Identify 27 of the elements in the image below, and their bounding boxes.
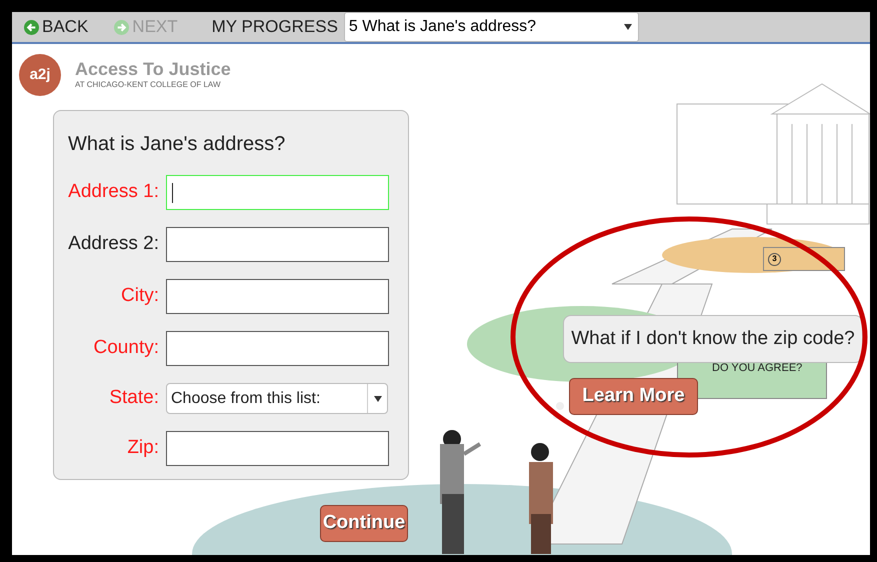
question-text: What is Jane's address? — [67, 132, 286, 157]
caret-icon — [374, 396, 382, 402]
logo: a2j — [19, 54, 61, 96]
input-field[interactable] — [166, 431, 389, 466]
sign-number: 3 — [768, 252, 781, 266]
caret-icon — [624, 24, 632, 30]
help-question: What if I don't know the zip code? — [571, 326, 855, 351]
field-label: County: — [92, 336, 160, 360]
brand-title: Access To Justice — [75, 59, 231, 79]
next-arrow-icon — [114, 20, 130, 34]
thought-dots-icon — [553, 402, 564, 419]
input-field[interactable] — [166, 279, 389, 314]
back-arrow-icon — [24, 20, 39, 34]
state-dropdown[interactable]: Choose from this list: — [166, 383, 388, 414]
progress-label: MY PROGRESS — [212, 16, 338, 38]
field-label: Zip: — [126, 436, 160, 460]
brand-subtitle: AT CHICAGO-KENT COLLEGE OF LAW — [75, 79, 222, 91]
progress-dropdown[interactable]: 5 What is Jane's address? — [344, 12, 639, 42]
back-button[interactable]: BACK — [24, 14, 88, 40]
field-label: Address 1: — [67, 180, 160, 204]
input-field[interactable] — [166, 227, 389, 262]
field-label: State: — [108, 386, 160, 410]
text-cursor — [172, 182, 173, 202]
input-field[interactable] — [166, 331, 389, 366]
field-label: City: — [120, 284, 160, 308]
field-label: Address 2: — [67, 232, 160, 256]
sign-text: DO YOU AGREE? — [712, 361, 802, 376]
